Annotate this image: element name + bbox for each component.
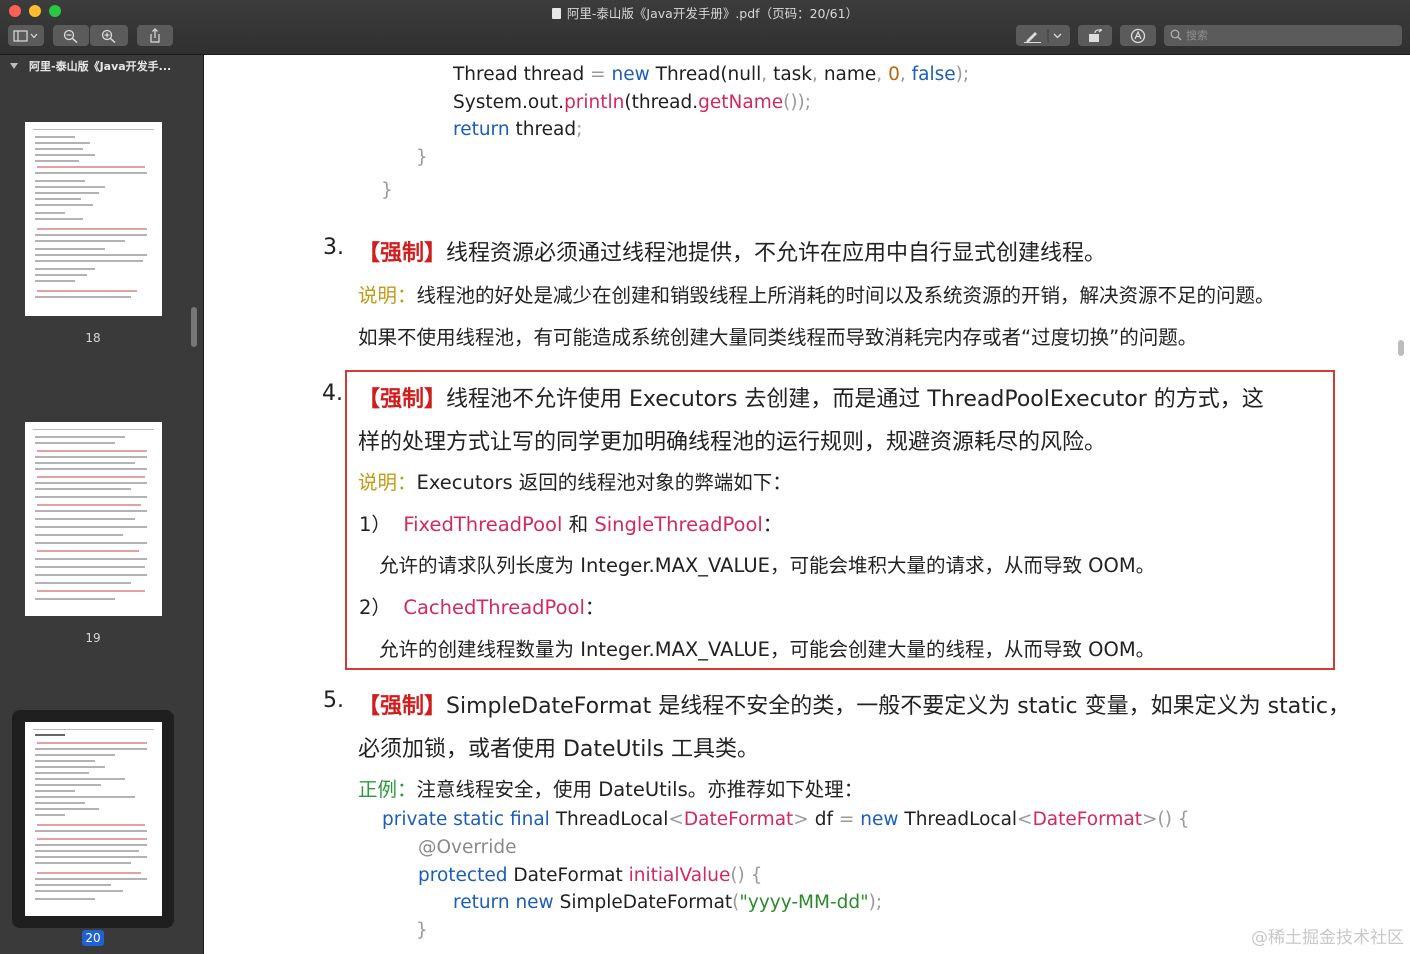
code-line: private static final ThreadLocal<DateFor… xyxy=(382,809,1190,830)
code-line: protected DateFormat initialValue() { xyxy=(418,865,763,886)
note-text: 如果不使用线程池，有可能造成系统创建大量同类线程而导致消耗完内存或者“过度切换”… xyxy=(358,326,1198,349)
page-thumbnail-20[interactable] xyxy=(25,722,162,916)
rule-text: 【强制】SimpleDateFormat 是线程不安全的类，一般不要定义为 st… xyxy=(358,694,1351,719)
item-number: 5. xyxy=(323,688,344,713)
title-bar: 阿里-泰山版《Java开发手册》.pdf（页码：20/61） 搜索 xyxy=(0,0,1410,55)
page-number-19: 19 xyxy=(85,631,101,645)
code-line: } xyxy=(381,180,393,201)
code-line: return thread; xyxy=(453,119,583,140)
page-thumbnail-19[interactable] xyxy=(25,422,162,616)
code-line: } xyxy=(416,920,428,941)
zoom-in-icon xyxy=(101,29,116,43)
sub-item-description: 允许的请求队列长度为 Integer.MAX_VALUE，可能会堆积大量的请求，… xyxy=(379,554,1156,577)
example-text: 正例：注意线程安全，使用 DateUtils。亦推荐如下处理： xyxy=(358,778,864,801)
note-text: 说明：线程池的好处是减少在创建和销毁线程上所消耗的时间以及系统资源的开销，解决资… xyxy=(358,284,1275,307)
zoom-out-icon xyxy=(63,29,78,43)
item-number: 3. xyxy=(323,235,344,260)
sidebar-icon xyxy=(13,29,38,42)
annotate-icon xyxy=(1130,28,1146,43)
page-thumbnail-18[interactable] xyxy=(25,122,162,316)
page-number-20: 20 xyxy=(82,930,104,946)
rule-text: 【强制】线程池不允许使用 Executors 去创建，而是通过 ThreadPo… xyxy=(358,387,1264,412)
search-placeholder: 搜索 xyxy=(1186,29,1208,42)
thumbnail-sidebar[interactable]: 阿里-泰山版《Java开发手... 18 19 20 xyxy=(0,55,204,954)
page-number-18: 18 xyxy=(85,331,101,345)
window-title: 阿里-泰山版《Java开发手册》.pdf（页码：20/61） xyxy=(0,3,1410,22)
sub-item: 1） FixedThreadPool 和 SingleThreadPool： xyxy=(359,513,783,536)
sub-item-description: 允许的创建线程数量为 Integer.MAX_VALUE，可能会创建大量的线程，… xyxy=(379,638,1156,661)
note-text: 说明：Executors 返回的线程池对象的弊端如下： xyxy=(358,471,792,494)
rule-text: 样的处理方式让写的同学更加明确线程池的运行规则，规避资源耗尽的风险。 xyxy=(358,430,1107,455)
search-icon xyxy=(1170,29,1182,41)
sidebar-document-header[interactable]: 阿里-泰山版《Java开发手... xyxy=(0,55,203,79)
sidebar-document-title: 阿里-泰山版《Java开发手... xyxy=(29,60,172,73)
annotate-button[interactable] xyxy=(1120,25,1156,46)
share-icon xyxy=(150,28,160,43)
code-line: @Override xyxy=(418,837,517,858)
sidebar-scrollbar[interactable] xyxy=(191,307,197,347)
search-field[interactable]: 搜索 xyxy=(1164,25,1402,46)
rotate-button[interactable] xyxy=(1078,25,1112,46)
sub-item: 2） CachedThreadPool： xyxy=(359,596,605,619)
document-view[interactable]: Thread thread = new Thread(null, task, n… xyxy=(205,55,1410,954)
code-line: System.out.println(thread.getName()); xyxy=(453,92,812,113)
rule-text: 【强制】线程资源必须通过线程池提供，不允许在应用中自行显式创建线程。 xyxy=(358,241,1107,266)
disclosure-triangle-icon[interactable] xyxy=(10,63,18,69)
pdf-document-icon xyxy=(551,8,561,19)
code-line: } xyxy=(416,147,428,168)
code-line: return new SimpleDateFormat("yyyy-MM-dd"… xyxy=(453,892,883,913)
share-button[interactable] xyxy=(137,25,173,46)
sidebar-toggle-button[interactable] xyxy=(8,25,44,46)
zoom-in-button[interactable] xyxy=(90,25,128,46)
document-scrollbar[interactable] xyxy=(1398,340,1404,356)
code-line: Thread thread = new Thread(null, task, n… xyxy=(453,64,970,85)
zoom-out-button[interactable] xyxy=(53,25,89,46)
markup-button[interactable] xyxy=(1016,25,1070,46)
rotate-icon xyxy=(1089,27,1103,42)
item-number: 4. xyxy=(322,381,343,406)
pen-icon xyxy=(1024,28,1062,43)
rule-text: 必须加锁，或者使用 DateUtils 工具类。 xyxy=(358,737,759,762)
watermark: @稀土掘金技术社区 xyxy=(1251,928,1404,948)
